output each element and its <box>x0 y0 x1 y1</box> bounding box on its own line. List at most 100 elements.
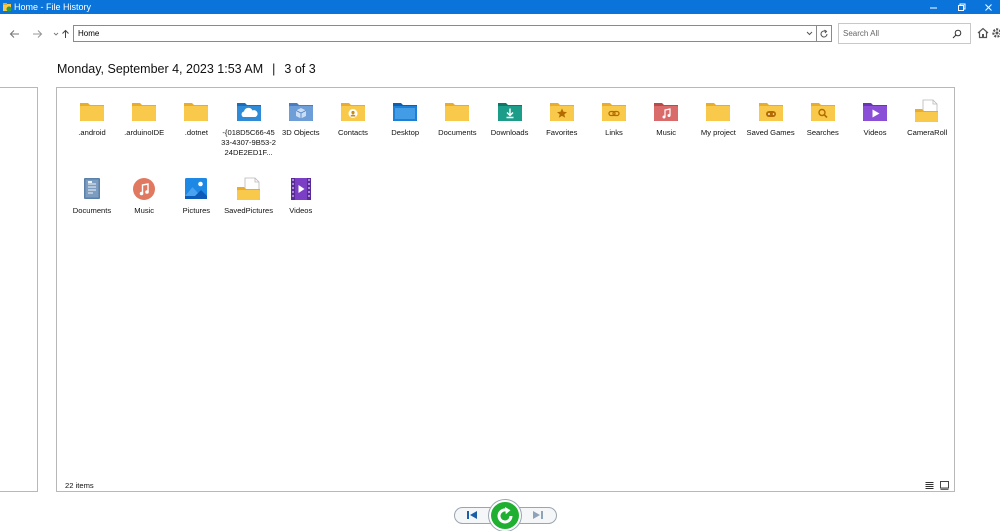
address-text: Home <box>78 29 100 38</box>
saved-games-folder-icon <box>758 99 784 123</box>
previous-version-panel[interactable] <box>0 87 38 492</box>
large-icons-view-icon[interactable] <box>940 481 949 490</box>
pictures-library-icon <box>183 177 209 201</box>
searches-folder-icon <box>810 99 836 123</box>
links-folder-icon <box>601 99 627 123</box>
folder-item[interactable]: Saved Games <box>745 96 797 170</box>
restore-icon <box>497 506 513 523</box>
folder-icon <box>79 99 105 123</box>
chevron-down-icon <box>53 32 59 36</box>
folder-item[interactable]: Music <box>118 174 170 248</box>
header-separator: | <box>272 62 276 76</box>
folder-item[interactable]: SavedPictures <box>223 174 275 248</box>
folder-item[interactable]: 3D Objects <box>275 96 327 170</box>
folder-item[interactable]: .android <box>66 96 118 170</box>
folder-item-label: .dotnet <box>184 128 208 137</box>
folder-item-label: Favorites <box>546 128 578 137</box>
forward-arrow-icon <box>32 30 42 38</box>
folder-item-label: .android <box>78 128 106 137</box>
folder-item[interactable]: Pictures <box>170 174 222 248</box>
folder-item-label: Downloads <box>490 128 529 137</box>
folder-icon <box>705 99 731 123</box>
title-bar: Home - File History <box>0 0 1000 14</box>
folder-item[interactable]: .dotnet <box>170 96 222 170</box>
folder-item-label: Contacts <box>338 128 368 137</box>
folder-item[interactable]: Documents <box>66 174 118 248</box>
folder-item[interactable]: -{018D5C66-4533-4307-9B53-224DE2ED1F... <box>221 96 277 170</box>
refresh-icon <box>820 29 828 37</box>
folder-item-label: Saved Games <box>746 128 795 137</box>
folder-icon <box>131 99 157 123</box>
close-icon <box>984 3 992 11</box>
folder-item[interactable]: My project <box>692 96 744 170</box>
minimize-button[interactable] <box>922 0 944 14</box>
folder-item-label: Documents <box>438 128 477 137</box>
folder-item[interactable]: Videos <box>275 174 327 248</box>
3d-objects-folder-icon <box>288 99 314 123</box>
settings-gear-icon[interactable] <box>991 27 1000 39</box>
folder-item-label: Videos <box>289 206 313 215</box>
music-library-icon <box>131 177 157 201</box>
restore-button[interactable] <box>489 500 521 531</box>
music-folder-icon <box>653 99 679 123</box>
folder-item[interactable]: Desktop <box>379 96 431 170</box>
folder-item[interactable]: Links <box>588 96 640 170</box>
search-box[interactable]: Search All <box>838 23 971 44</box>
folder-item-label: Links <box>605 128 623 137</box>
forward-button[interactable] <box>30 26 44 42</box>
folder-item-label: Pictures <box>182 206 211 215</box>
folder-item-label: Documents <box>72 206 112 215</box>
close-button[interactable] <box>977 0 999 14</box>
backup-date-header: Monday, September 4, 2023 1:53 AM | 3 of 3 <box>57 62 316 76</box>
up-arrow-icon <box>62 29 69 38</box>
downloads-folder-icon <box>497 99 523 123</box>
file-view-panel: .android .arduinoIDE .dotnet -{018D5C66-453… <box>56 87 955 492</box>
search-icon[interactable] <box>952 29 962 39</box>
folder-item-label: .arduinoIDE <box>124 128 165 137</box>
up-button[interactable] <box>60 26 71 42</box>
desktop-folder-icon <box>392 99 418 123</box>
videos-folder-icon <box>862 99 888 123</box>
backup-date: Monday, September 4, 2023 1:53 AM <box>57 62 264 76</box>
folder-item-label: CameraRoll <box>907 128 948 137</box>
camera-roll-folder-icon <box>914 99 940 123</box>
previous-version-icon[interactable] <box>466 510 478 520</box>
back-arrow-icon <box>9 30 19 38</box>
home-icon[interactable] <box>977 27 989 39</box>
videos-library-icon <box>288 177 314 201</box>
back-button[interactable] <box>7 26 21 42</box>
folder-item[interactable]: .arduinoIDE <box>118 96 170 170</box>
contacts-folder-icon <box>340 99 366 123</box>
folder-item[interactable]: Documents <box>431 96 483 170</box>
maximize-button[interactable] <box>950 0 972 14</box>
recent-locations-button[interactable] <box>52 26 60 42</box>
folder-item-label: -{018D5C66-4533-4307-9B53-224DE2ED1F... <box>221 128 277 157</box>
folder-icon <box>444 99 470 123</box>
backup-position: 3 of 3 <box>284 62 316 76</box>
folder-item-label: Music <box>134 206 155 215</box>
folder-item[interactable]: Favorites <box>536 96 588 170</box>
folder-item[interactable]: Downloads <box>484 96 536 170</box>
favorites-folder-icon <box>549 99 575 123</box>
address-bar[interactable]: Home <box>73 25 817 42</box>
folder-item-label: SavedPictures <box>224 206 274 215</box>
window-title: Home - File History <box>14 2 92 12</box>
details-view-icon[interactable] <box>925 481 934 490</box>
next-version-icon[interactable] <box>532 510 544 520</box>
folder-item-label: My project <box>700 128 736 137</box>
folder-icon <box>183 99 209 123</box>
folder-item-label: Searches <box>806 128 839 137</box>
documents-library-icon <box>79 177 105 201</box>
folder-item[interactable]: Videos <box>849 96 901 170</box>
minimize-icon <box>929 7 937 8</box>
folder-item[interactable]: CameraRoll <box>901 96 953 170</box>
file-history-app-icon <box>3 3 12 12</box>
folder-item-label: Desktop <box>391 128 420 137</box>
address-dropdown-icon[interactable] <box>805 29 814 38</box>
folder-item[interactable]: Searches <box>797 96 849 170</box>
folder-item[interactable]: Music <box>640 96 692 170</box>
folder-item-label: Videos <box>863 128 887 137</box>
folder-item-label: Music <box>656 128 677 137</box>
folder-item[interactable]: Contacts <box>327 96 379 170</box>
refresh-button[interactable] <box>817 25 832 42</box>
